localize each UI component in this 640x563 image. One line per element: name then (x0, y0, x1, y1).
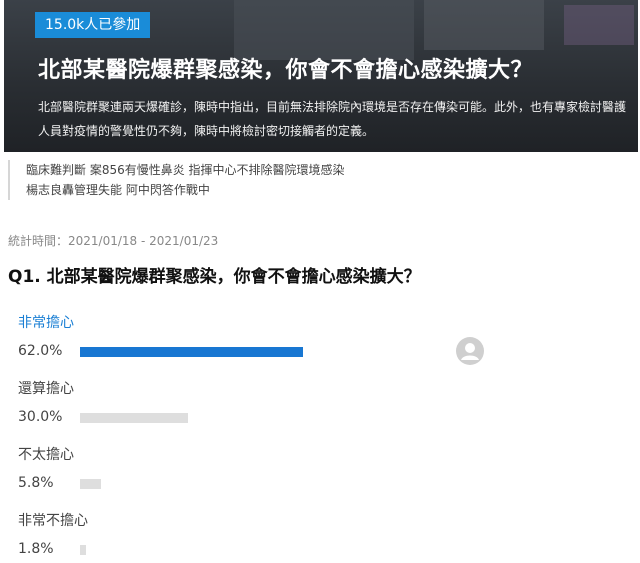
option-bar-fill (80, 545, 86, 555)
related-link[interactable]: 臨床難判斷 案856有慢性鼻炎 指揮中心不排除醫院環境感染 (10, 160, 630, 180)
option-bar (80, 347, 440, 357)
option-bar (80, 479, 440, 489)
related-link[interactable]: 楊志良轟管理失能 阿中閃答作戰中 (10, 180, 630, 200)
poll-hero-banner: 15.0k人已參加 北部某醫院爆群聚感染，你會不會擔心感染擴大？ 北部醫院群聚連… (4, 0, 638, 152)
poll-title: 北部某醫院爆群聚感染，你會不會擔心感染擴大？ (38, 58, 534, 83)
question-title: Q1. 北部某醫院爆群聚感染，你會不會擔心感染擴大？ (8, 267, 421, 287)
option-bar-fill (80, 413, 188, 423)
option-bar (80, 545, 440, 555)
option-label: 不太擔心 (18, 447, 74, 463)
related-links: 臨床難判斷 案856有慢性鼻炎 指揮中心不排除醫院環境感染 楊志良轟管理失能 阿… (8, 160, 630, 200)
option-bar-fill (80, 347, 303, 357)
stat-period: 統計時間：2021/01/18 - 2021/01/23 (8, 234, 219, 248)
poll-option[interactable]: 非常擔心 62.0% (18, 313, 628, 365)
option-bar-fill (80, 479, 101, 489)
option-percent: 1.8% (18, 541, 54, 557)
poll-option[interactable]: 非常不擔心 1.8% (18, 511, 628, 563)
option-label: 還算擔心 (18, 381, 74, 397)
option-bar (80, 413, 440, 423)
option-percent: 30.0% (18, 409, 63, 425)
option-percent: 62.0% (18, 343, 63, 359)
poll-description: 北部醫院群聚連兩天爆確診，陳時中指出，目前無法排除院內環境是否存在傳染可能。此外… (38, 100, 627, 138)
option-percent: 5.8% (18, 475, 54, 491)
avatar-icon (456, 337, 484, 365)
poll-option[interactable]: 不太擔心 5.8% (18, 445, 628, 497)
poll-option[interactable]: 還算擔心 30.0% (18, 379, 628, 431)
participants-badge: 15.0k人已參加 (35, 12, 151, 38)
option-label: 非常擔心 (18, 315, 74, 331)
option-label: 非常不擔心 (18, 513, 88, 529)
